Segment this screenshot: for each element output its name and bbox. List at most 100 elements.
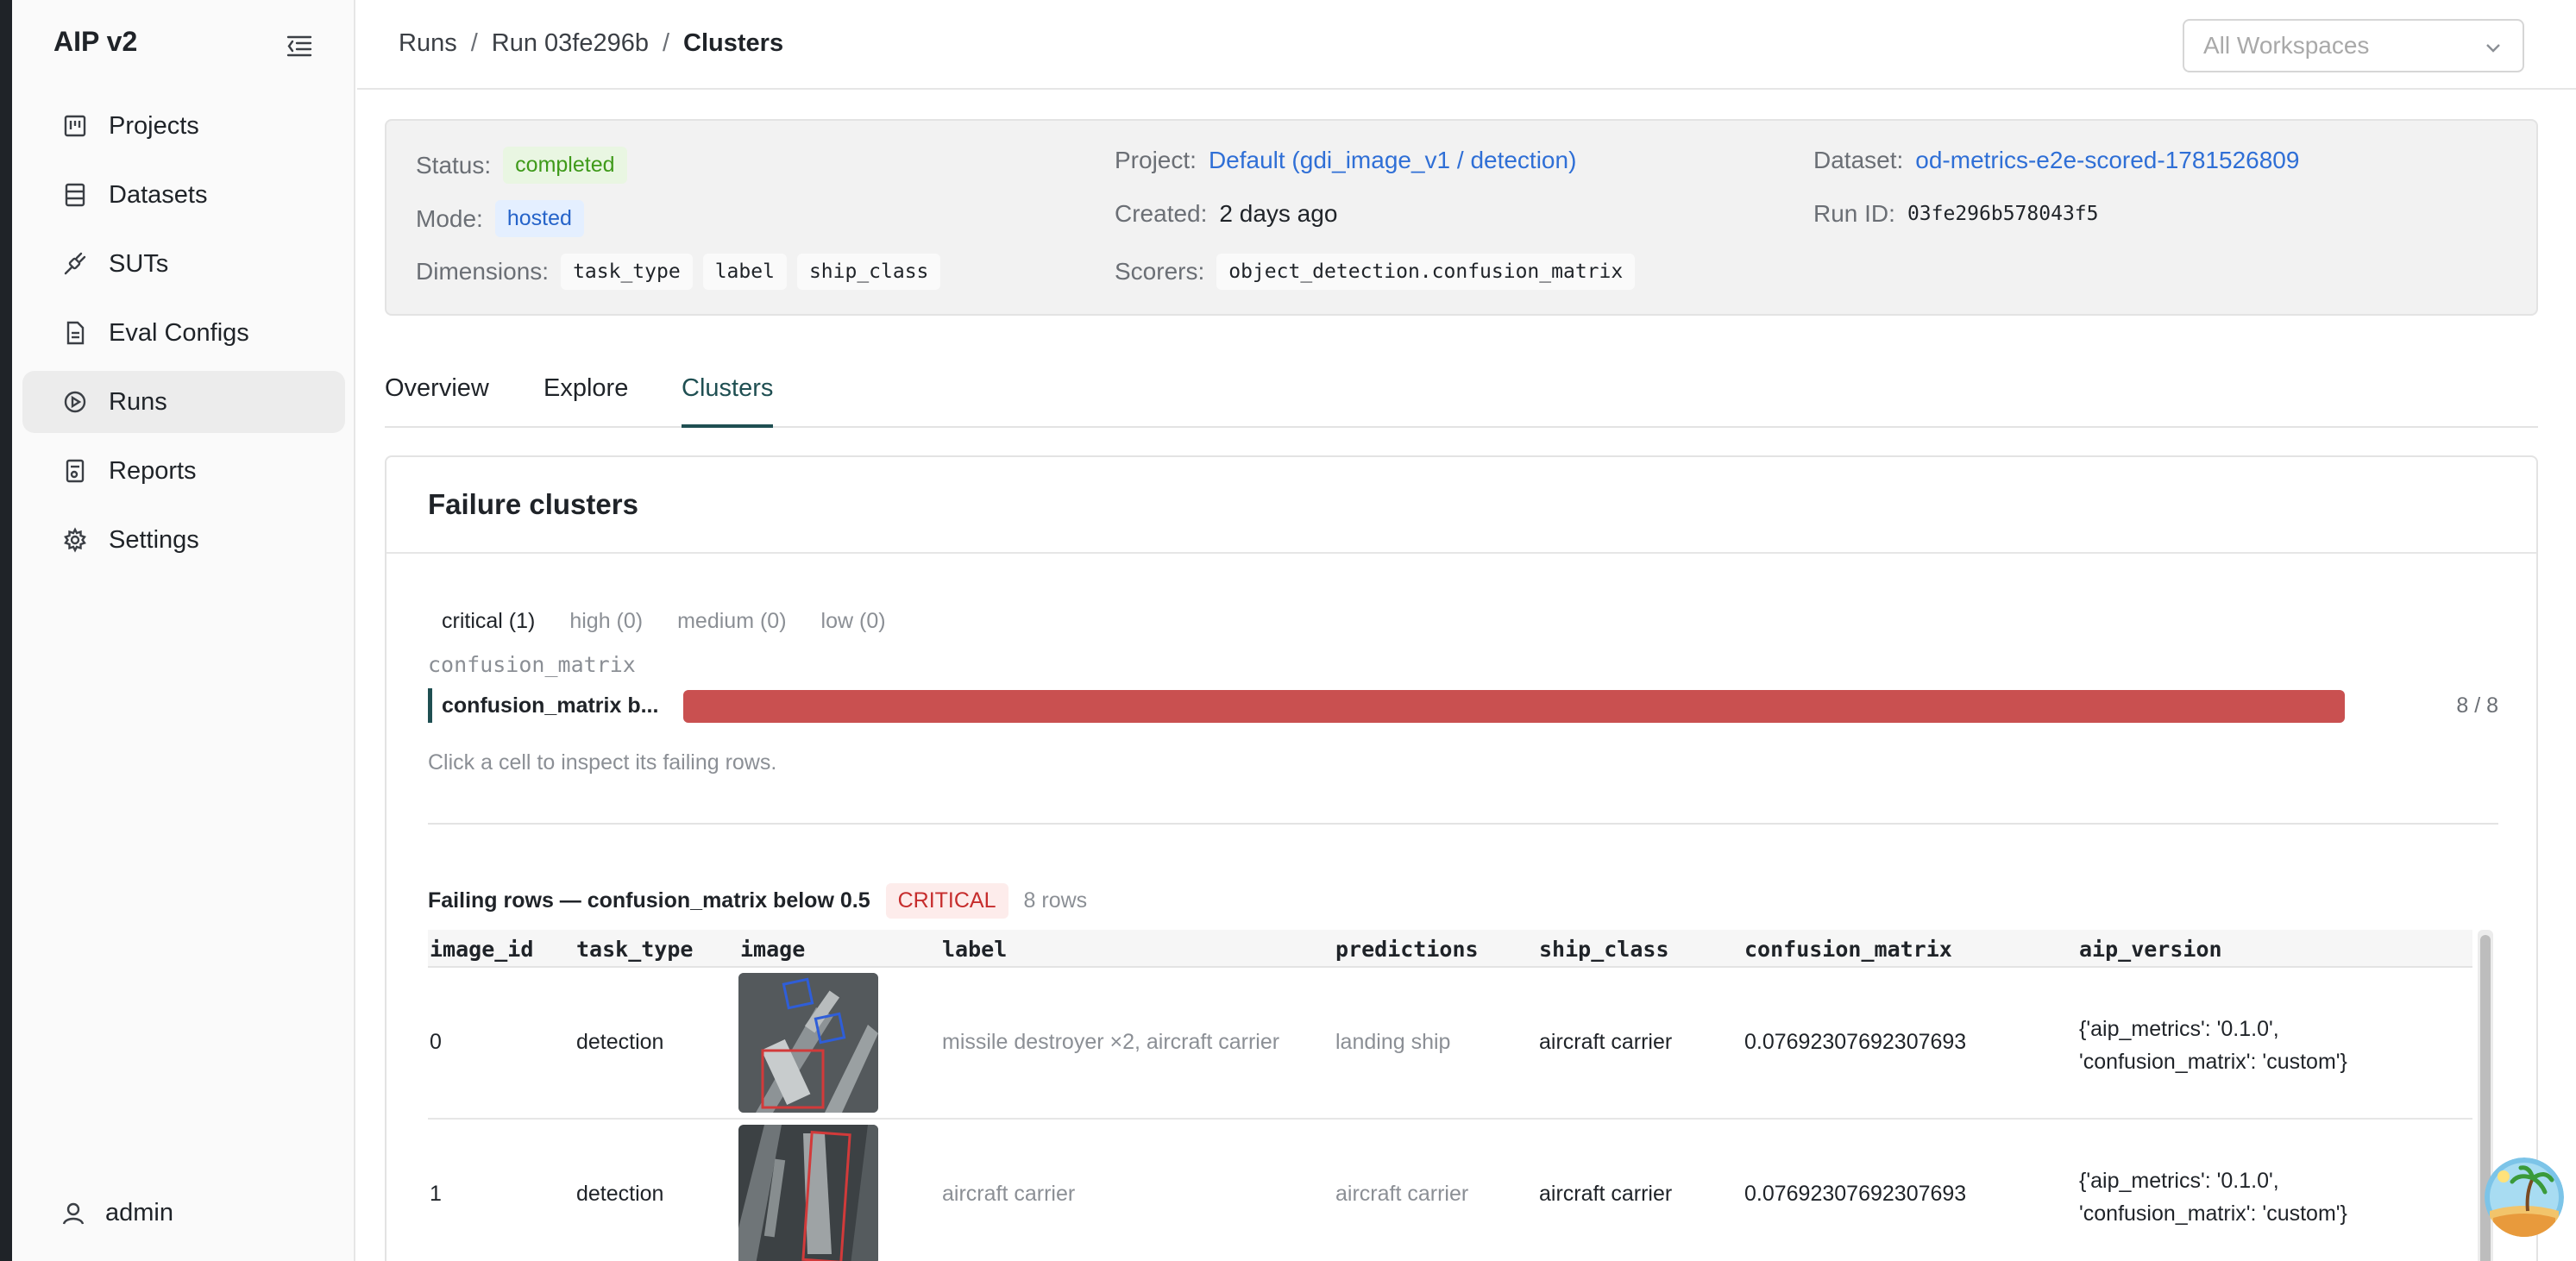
sidebar-item-reports[interactable]: Reports xyxy=(22,440,345,502)
cell-confusion-matrix: 0.07692307692307693 xyxy=(1744,1030,1967,1054)
sidebar-item-suts[interactable]: SUTs xyxy=(22,233,345,295)
cluster-group-label: confusion_matrix xyxy=(428,652,636,677)
sidebar-item-settings[interactable]: Settings xyxy=(22,509,345,571)
aip-version-line: {'aip_metrics': '0.1.0', xyxy=(2079,1169,2279,1193)
cell-image-id: 1 xyxy=(430,1182,442,1206)
cell-predictions: aircraft carrier xyxy=(1335,1182,1469,1206)
aip-version-line: {'aip_metrics': '0.1.0', xyxy=(2079,1017,2279,1041)
reports-icon xyxy=(62,458,88,484)
cell-aip-version: {'aip_metrics': '0.1.0', 'confusion_matr… xyxy=(2079,1164,2347,1230)
column-header[interactable]: image xyxy=(740,937,805,962)
cell-ship-class: aircraft carrier xyxy=(1539,1182,1673,1206)
cell-predictions: landing ship xyxy=(1335,1030,1451,1054)
project-link[interactable]: Default (gdi_image_v1 / detection) xyxy=(1209,147,1576,174)
tab-overview[interactable]: Overview xyxy=(385,374,489,428)
breadcrumb-current: Clusters xyxy=(683,29,784,57)
window-edge xyxy=(0,0,12,1261)
eval-configs-icon xyxy=(62,320,88,346)
assistant-avatar-icon[interactable] xyxy=(2485,1157,2564,1237)
tab-explore[interactable]: Explore xyxy=(543,374,628,428)
column-header[interactable]: predictions xyxy=(1335,937,1479,962)
sidebar-item-label: Datasets xyxy=(109,180,208,209)
dimension-chip: label xyxy=(702,254,787,290)
mode-badge: hosted xyxy=(494,200,584,237)
cluster-row[interactable]: confusion_matrix b... 8 / 8 xyxy=(428,687,2498,725)
severity-tab-low[interactable]: low (0) xyxy=(807,602,900,641)
cell-ship-class: aircraft carrier xyxy=(1539,1030,1673,1054)
column-header[interactable]: aip_version xyxy=(2079,937,2222,962)
sidebar-item-eval-configs[interactable]: Eval Configs xyxy=(22,302,345,364)
status-label: Status: xyxy=(416,151,492,179)
severity-tab-critical[interactable]: critical (1) xyxy=(428,602,549,641)
table-row[interactable]: 1 detection aircraft carrier aircraft ca… xyxy=(428,1120,2472,1261)
cluster-name: confusion_matrix b... xyxy=(442,693,659,718)
column-header[interactable]: ship_class xyxy=(1539,937,1669,962)
created-label: Created: xyxy=(1115,200,1208,227)
collapse-sidebar-icon[interactable] xyxy=(285,31,314,60)
severity-badge: CRITICAL xyxy=(885,883,1008,919)
sidebar-item-runs[interactable]: Runs xyxy=(22,371,345,433)
cluster-bar[interactable] xyxy=(683,690,2345,723)
sidebar-item-label: Eval Configs xyxy=(109,318,249,347)
image-thumbnail[interactable] xyxy=(738,1125,878,1261)
rows-count: 8 rows xyxy=(1023,888,1088,913)
cell-task-type: detection xyxy=(576,1030,664,1054)
tab-clusters[interactable]: Clusters xyxy=(682,374,774,428)
dimension-chip: ship_class xyxy=(796,254,941,290)
cluster-hint: Click a cell to inspect its failing rows… xyxy=(428,750,777,775)
severity-tab-high[interactable]: high (0) xyxy=(556,602,657,641)
projects-icon xyxy=(62,113,88,139)
scorers-field: Scorers: object_detection.confusion_matr… xyxy=(1115,254,1645,290)
cell-task-type: detection xyxy=(576,1182,664,1206)
scorer-chip: object_detection.confusion_matrix xyxy=(1216,254,1636,290)
selected-marker xyxy=(428,688,432,723)
column-header[interactable]: label xyxy=(942,937,1007,962)
dataset-link[interactable]: od-metrics-e2e-scored-1781526809 xyxy=(1915,147,2299,174)
breadcrumb-runs[interactable]: Runs xyxy=(399,29,457,58)
cell-confusion-matrix: 0.07692307692307693 xyxy=(1744,1182,1967,1206)
failing-rows-title: Failing rows — confusion_matrix below 0.… xyxy=(428,888,870,913)
image-thumbnail[interactable] xyxy=(738,973,878,1113)
workspace-select[interactable]: All Workspaces xyxy=(2183,19,2524,72)
user-menu[interactable]: admin xyxy=(60,1199,173,1227)
project-label: Project: xyxy=(1115,147,1197,173)
created-value: 2 days ago xyxy=(1219,200,1338,227)
dimension-chip: task_type xyxy=(561,254,693,290)
run-tabs: Overview Explore Clusters xyxy=(385,374,2538,428)
table-row[interactable]: 0 detection missile destroyer ×2, aircra… xyxy=(428,968,2472,1120)
breadcrumb-separator: / xyxy=(470,29,478,57)
failing-rows-table: image_id task_type image label predictio… xyxy=(428,930,2472,1261)
cell-label: aircraft carrier xyxy=(942,1182,1076,1206)
topbar: Runs / Run 03fe296b / Clusters All Works… xyxy=(357,0,2576,90)
mode-label: Mode: xyxy=(416,204,483,232)
datasets-icon xyxy=(62,182,88,208)
cell-aip-version: {'aip_metrics': '0.1.0', 'confusion_matr… xyxy=(2079,1013,2347,1078)
breadcrumb: Runs / Run 03fe296b / Clusters xyxy=(399,29,783,58)
cell-label: missile destroyer ×2, aircraft carrier xyxy=(942,1030,1280,1054)
severity-tabs: critical (1) high (0) medium (0) low (0) xyxy=(428,602,907,641)
column-header[interactable]: image_id xyxy=(430,937,533,962)
sidebar-nav: Projects Datasets SUTs Eval Configs Runs… xyxy=(22,95,345,578)
run-summary: Status: completed Mode: hosted Dimension… xyxy=(385,119,2538,316)
failing-rows-header: Failing rows — confusion_matrix below 0.… xyxy=(428,883,1087,919)
sidebar: AIP v2 Projects Datasets SUTs Eval Confi… xyxy=(0,0,355,1261)
sidebar-item-label: Projects xyxy=(109,111,199,140)
failure-clusters-panel: Failure clusters critical (1) high (0) m… xyxy=(385,455,2538,1261)
chevron-down-icon xyxy=(2483,36,2504,57)
suts-icon xyxy=(62,251,88,277)
sidebar-item-label: Settings xyxy=(109,525,199,554)
sidebar-item-datasets[interactable]: Datasets xyxy=(22,164,345,226)
workspace-select-placeholder: All Workspaces xyxy=(2203,32,2370,59)
mode-field: Mode: hosted xyxy=(416,200,593,237)
app-title: AIP v2 xyxy=(53,26,138,57)
column-header[interactable]: confusion_matrix xyxy=(1744,937,1952,962)
breadcrumb-run[interactable]: Run 03fe296b xyxy=(492,29,649,58)
user-icon xyxy=(60,1201,86,1226)
project-field: Project: Default (gdi_image_v1 / detecti… xyxy=(1115,147,1576,174)
divider xyxy=(428,823,2498,825)
sidebar-item-label: SUTs xyxy=(109,249,169,278)
severity-tab-medium[interactable]: medium (0) xyxy=(663,602,800,641)
sidebar-item-projects[interactable]: Projects xyxy=(22,95,345,157)
aip-version-line: 'confusion_matrix': 'custom'} xyxy=(2079,1050,2347,1074)
column-header[interactable]: task_type xyxy=(576,937,693,962)
